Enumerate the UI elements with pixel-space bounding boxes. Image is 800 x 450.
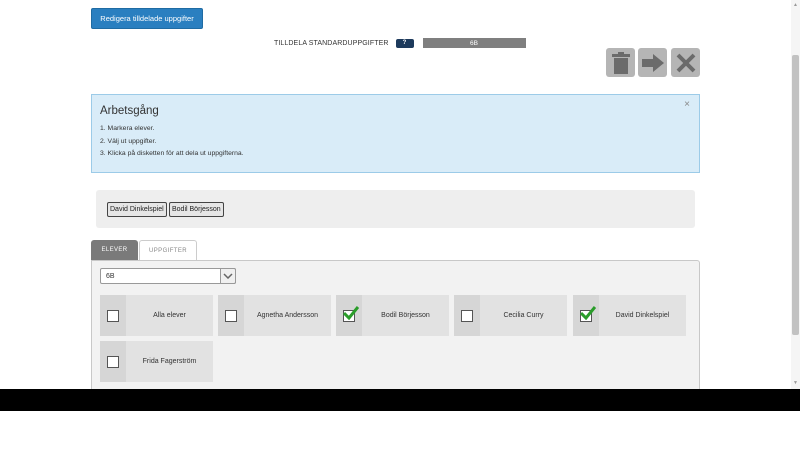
student-card-frida-fagerstrom[interactable]: Frida Fagerström	[100, 341, 213, 382]
student-name: Bodil Börjesson	[381, 312, 430, 319]
checkbox-area[interactable]	[218, 295, 244, 336]
checkbox-area[interactable]	[573, 295, 599, 336]
student-name: David Dinkelspiel	[615, 312, 670, 319]
class-select-value: 6B	[106, 272, 115, 280]
student-card-david-dinkelspiel[interactable]: David Dinkelspiel	[573, 295, 686, 336]
checkbox-area[interactable]	[100, 295, 126, 336]
tab-uppgifter[interactable]: UPPGIFTER	[139, 240, 197, 260]
checkbox[interactable]	[461, 309, 473, 322]
close-icon[interactable]: ×	[684, 99, 690, 110]
selected-student-chip[interactable]: Bodil Börjesson	[169, 202, 224, 217]
bottom-bar	[0, 389, 800, 411]
student-name: Cecilia Curry	[503, 312, 544, 319]
student-name: Frida Fagerström	[142, 358, 197, 365]
help-icon[interactable]: ?	[395, 38, 414, 48]
student-card-agnetha-andersson[interactable]: Agnetha Andersson	[218, 295, 331, 336]
students-panel: 6B Alla elever Agnetha Andersson Bodil B…	[91, 260, 700, 400]
student-name: Agnetha Andersson	[256, 312, 319, 319]
workflow-title: Arbetsgång	[100, 105, 159, 117]
tab-elever[interactable]: ELEVER	[91, 240, 138, 260]
student-card-cecilia-curry[interactable]: Cecilia Curry	[454, 295, 567, 336]
assign-standard-tasks-label: TILLDELA STANDARDUPPGIFTER	[274, 39, 389, 47]
checkbox-area[interactable]	[100, 341, 126, 382]
workflow-step: 2. Välj ut uppgifter.	[100, 137, 157, 145]
checkbox[interactable]	[107, 309, 119, 322]
scroll-down-icon[interactable]: ▼	[793, 380, 798, 386]
close-icon[interactable]	[671, 48, 700, 77]
arrow-right-icon[interactable]	[638, 48, 667, 77]
student-card-bodil-borjesson[interactable]: Bodil Börjesson	[336, 295, 449, 336]
student-card-alla-elever[interactable]: Alla elever	[100, 295, 213, 336]
checkbox[interactable]	[107, 355, 119, 368]
class-indicator: 6B	[422, 38, 526, 48]
selected-students-panel: David Dinkelspiel Bodil Börjesson	[96, 190, 695, 228]
checkmark-icon	[343, 305, 359, 320]
trash-icon[interactable]	[606, 48, 635, 77]
workflow-step: 1. Markera elever.	[100, 125, 155, 132]
chevron-down-icon[interactable]	[220, 268, 236, 284]
scroll-up-icon[interactable]: ▲	[793, 2, 798, 8]
checkbox[interactable]	[225, 309, 237, 322]
scrollbar[interactable]: ▲ ▼	[791, 0, 800, 390]
assign-standard-tasks-row: TILLDELA STANDARDUPPGIFTER ? 6B	[274, 38, 526, 48]
checkbox-area[interactable]	[454, 295, 480, 336]
checkmark-icon	[580, 305, 596, 320]
scroll-thumb[interactable]	[792, 55, 799, 335]
workflow-info-box: Arbetsgång × 1. Markera elever. 2. Välj …	[91, 94, 700, 173]
workflow-step: 3. Klicka på disketten för att dela ut u…	[100, 150, 244, 157]
workflow-steps: 1. Markera elever. 2. Välj ut uppgifter.…	[100, 123, 244, 161]
edit-assigned-tasks-button[interactable]: Redigera tilldelade uppgifter	[91, 8, 203, 29]
selected-student-chip[interactable]: David Dinkelspiel	[107, 202, 167, 217]
class-select[interactable]: 6B	[100, 268, 236, 284]
checkbox[interactable]	[343, 305, 359, 322]
student-name: Alla elever	[153, 312, 186, 319]
checkbox[interactable]	[580, 305, 596, 322]
checkbox-area[interactable]	[336, 295, 362, 336]
